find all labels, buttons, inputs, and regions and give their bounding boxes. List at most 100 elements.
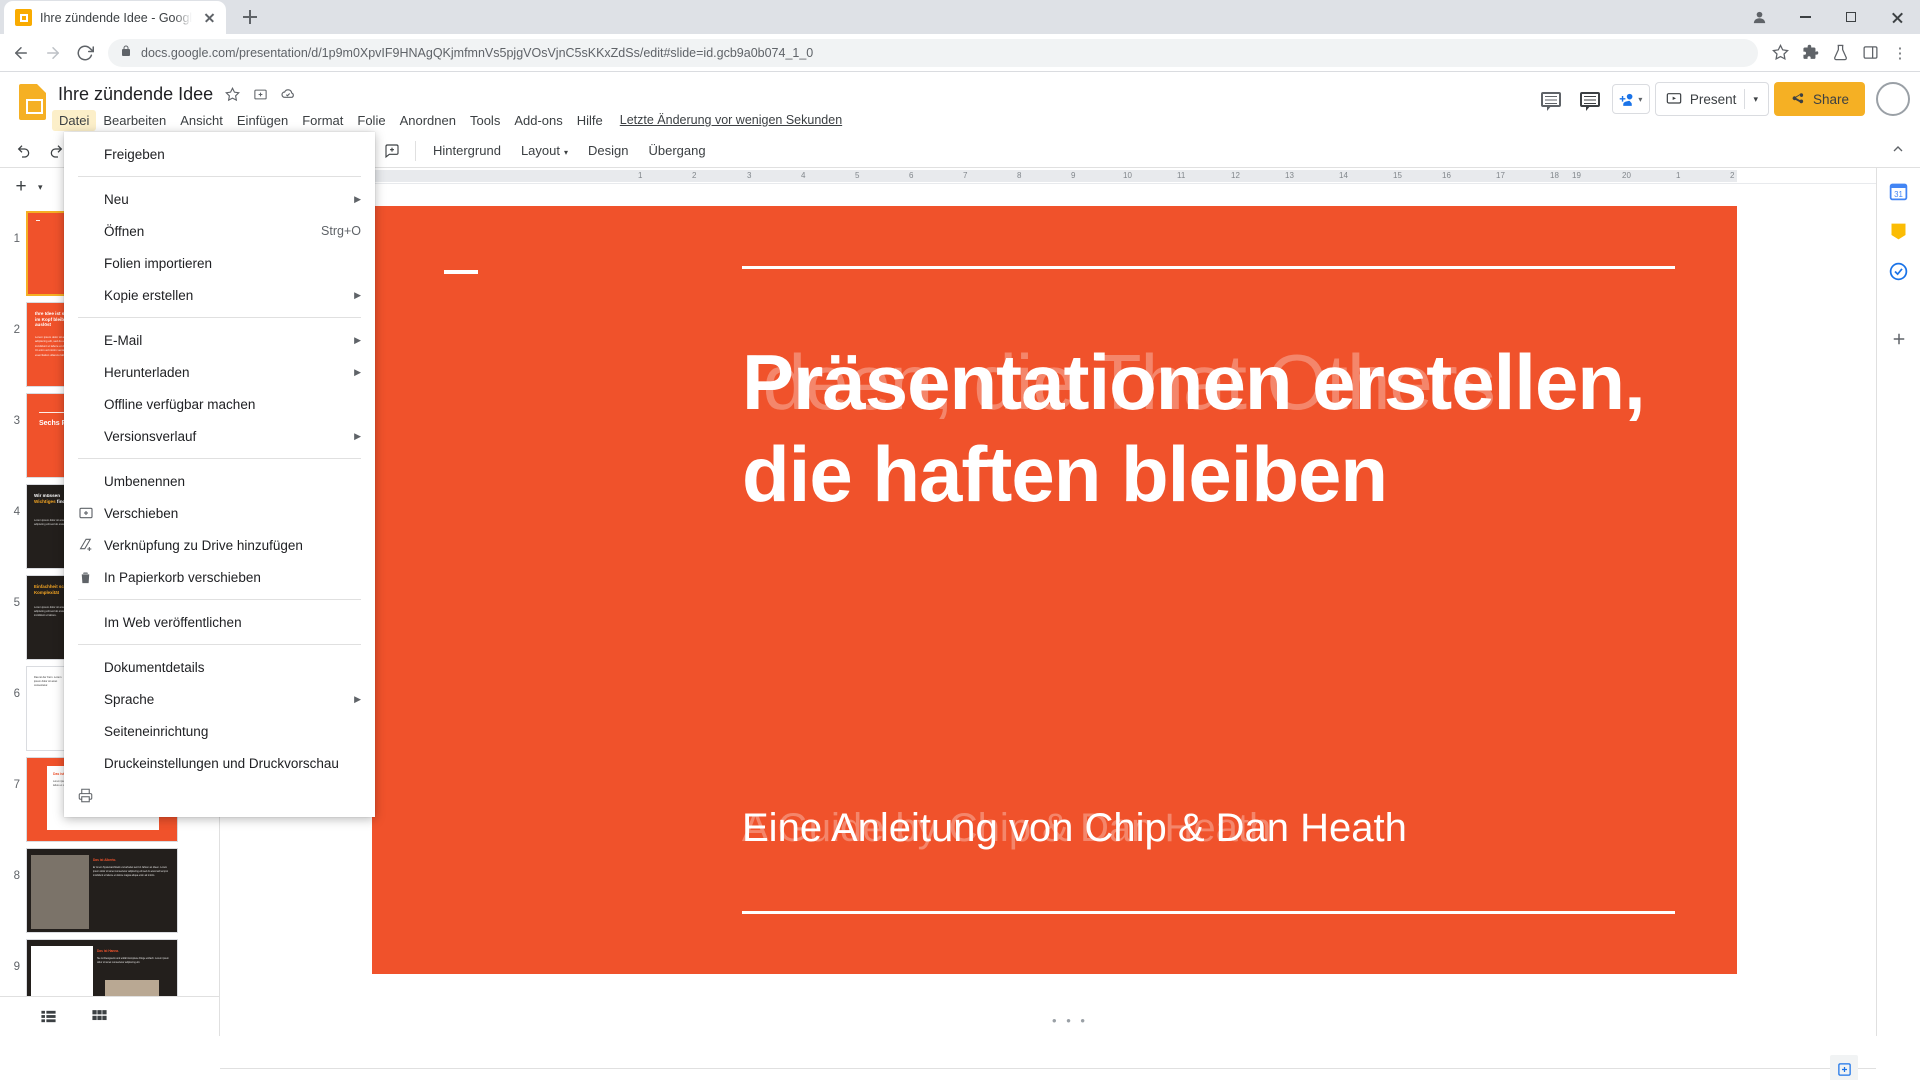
- slide-title[interactable]: Präsentationen erstellen, die haften ble…: [742, 336, 1682, 520]
- menu-item-umbenennen[interactable]: Umbenennen: [64, 465, 375, 497]
- back-icon[interactable]: [6, 38, 36, 68]
- browser-tab[interactable]: Ihre zündende Idee - Google Prä: [4, 1, 226, 34]
- add-apps-icon[interactable]: [1886, 326, 1912, 352]
- toolbar-design-button[interactable]: Design: [580, 139, 636, 162]
- tasks-icon[interactable]: [1886, 258, 1912, 284]
- ruler-tick: 2: [1730, 171, 1735, 180]
- menu-item-kopie-erstellen[interactable]: Kopie erstellen ▶: [64, 279, 375, 311]
- toolbar-layout-button[interactable]: Layout ▾: [513, 139, 576, 162]
- menu-item-in-papierkorb-verschieben[interactable]: In Papierkorb verschieben: [64, 561, 375, 593]
- menu-item-offline-verfuegbar[interactable]: Offline verfügbar machen: [64, 388, 375, 420]
- menu-item-label: Öffnen: [104, 223, 145, 239]
- menu-anordnen[interactable]: Anordnen: [393, 110, 463, 131]
- add-slide-dropdown-icon[interactable]: ▾: [38, 182, 43, 193]
- menu-item-herunterladen[interactable]: Herunterladen ▶: [64, 356, 375, 388]
- toolbar-uebergang-button[interactable]: Übergang: [640, 139, 713, 162]
- new-tab-button[interactable]: [236, 3, 264, 31]
- menu-item-folien-importieren[interactable]: Folien importieren: [64, 247, 375, 279]
- menu-item-email[interactable]: E-Mail ▶: [64, 324, 375, 356]
- menu-item-sprache[interactable]: Sprache ▶: [64, 683, 375, 715]
- move-to-folder-icon[interactable]: [251, 85, 269, 103]
- menu-datei[interactable]: Datei: [52, 109, 97, 131]
- window-maximize-button[interactable]: [1828, 0, 1874, 34]
- menu-bearbeiten[interactable]: Bearbeiten: [96, 110, 173, 131]
- document-title[interactable]: Ihre zündende Idee: [58, 84, 213, 105]
- profile-icon[interactable]: [1736, 0, 1782, 34]
- add-slide-icon[interactable]: +: [8, 176, 34, 198]
- bookmark-star-icon[interactable]: [1766, 39, 1794, 67]
- share-button[interactable]: Share: [1773, 82, 1865, 116]
- ruler-tick: 12: [1231, 171, 1240, 180]
- canvas-viewport[interactable]: Ideen, die That Others Präsentationen er…: [220, 184, 1920, 1036]
- menu-item-neu[interactable]: Neu ▶: [64, 183, 375, 215]
- user-avatar[interactable]: [1876, 82, 1910, 116]
- present-button-label: Present: [1689, 91, 1737, 107]
- menu-item-label: Dokumentdetails: [104, 659, 205, 675]
- window-close-button[interactable]: [1874, 0, 1920, 34]
- menu-tools[interactable]: Tools: [463, 110, 507, 131]
- menu-item-label: Umbenennen: [104, 473, 186, 489]
- menu-folie[interactable]: Folie: [350, 110, 392, 131]
- slides-logo-icon[interactable]: [12, 80, 52, 124]
- keep-icon[interactable]: [1886, 218, 1912, 244]
- add-collaborator-button[interactable]: ▾: [1611, 84, 1650, 114]
- present-button[interactable]: Present ▾: [1654, 82, 1769, 116]
- menu-item-label: E-Mail: [104, 332, 143, 348]
- labs-flask-icon[interactable]: [1826, 39, 1854, 67]
- slide-subtitle[interactable]: Eine Anleitung von Chip & Dan Heath: [742, 806, 1682, 851]
- menu-item-drucken[interactable]: [64, 779, 375, 811]
- calendar-icon[interactable]: 31: [1886, 178, 1912, 204]
- menu-ansicht[interactable]: Ansicht: [173, 110, 230, 131]
- star-icon[interactable]: [223, 85, 241, 103]
- ruler-tick: 3: [747, 171, 752, 180]
- menu-item-freigeben[interactable]: Freigeben: [64, 138, 375, 170]
- ruler-tick: 8: [1017, 171, 1022, 180]
- extensions-puzzle-icon[interactable]: [1796, 39, 1824, 67]
- side-panel-icon[interactable]: [1856, 39, 1884, 67]
- grid-view-icon[interactable]: [91, 1008, 108, 1025]
- filmstrip-view-icon[interactable]: [40, 1008, 57, 1025]
- menu-item-seiteneinrichtung[interactable]: Seiteneinrichtung: [64, 715, 375, 747]
- present-notes-icon[interactable]: [1534, 82, 1568, 116]
- browser-menu-icon[interactable]: ⋮: [1886, 39, 1914, 67]
- menu-addons[interactable]: Add-ons: [507, 110, 569, 131]
- print-icon: [78, 788, 104, 803]
- reload-icon[interactable]: [70, 38, 100, 68]
- speaker-notes-pane[interactable]: Klicken, um Vortragsnotizen hinzuzufügen: [220, 1055, 1876, 1080]
- last-edit-label[interactable]: Letzte Änderung vor wenigen Sekunden: [620, 113, 842, 127]
- menu-item-verschieben[interactable]: Verschieben: [64, 497, 375, 529]
- window-minimize-button[interactable]: [1782, 0, 1828, 34]
- ruler-tick: 18: [1550, 171, 1559, 180]
- menu-hilfe[interactable]: Hilfe: [570, 110, 610, 131]
- slide-number: 1: [13, 233, 20, 245]
- menu-item-im-web-veroeffentlichen[interactable]: Im Web veröffentlichen: [64, 606, 375, 638]
- menu-item-druckeinstellungen[interactable]: Druckeinstellungen und Druckvorschau: [64, 747, 375, 779]
- slide-number: 3: [13, 415, 20, 427]
- menu-item-dokumentdetails[interactable]: Dokumentdetails: [64, 651, 375, 683]
- menu-separator: [78, 458, 361, 459]
- expand-notes-icon[interactable]: [1830, 1055, 1858, 1080]
- menu-item-oeffnen[interactable]: Öffnen Strg+O: [64, 215, 375, 247]
- collapse-toolbar-icon[interactable]: [1890, 141, 1906, 160]
- horizontal-ruler[interactable]: 1 2 3 4 5 6 7 8 9 10 11 12 13 14 15 16 1…: [220, 168, 1920, 184]
- forward-icon[interactable]: [38, 38, 68, 68]
- tab-close-icon[interactable]: [200, 9, 218, 27]
- active-slide[interactable]: Ideen, die That Others Präsentationen er…: [372, 206, 1737, 974]
- menu-item-label: Offline verfügbar machen: [104, 396, 256, 412]
- menu-einfuegen[interactable]: Einfügen: [230, 110, 295, 131]
- menu-format[interactable]: Format: [295, 110, 350, 131]
- toolbar-hintergrund-button[interactable]: Hintergrund: [425, 139, 509, 162]
- slide-number: 5: [13, 597, 20, 609]
- undo-icon[interactable]: [10, 138, 38, 164]
- present-dropdown-icon[interactable]: ▾: [1753, 94, 1758, 105]
- address-bar[interactable]: docs.google.com/presentation/d/1p9m0XpvI…: [108, 38, 1758, 67]
- canvas-drag-handle[interactable]: • • •: [1052, 1013, 1088, 1028]
- menu-item-label: Herunterladen: [104, 364, 190, 380]
- slide-thumbnail-8[interactable]: 8 Das ist Alberto. Er ist ein Systemarch…: [0, 845, 219, 936]
- menu-item-verknuepfung-zu-drive[interactable]: Verknüpfung zu Drive hinzufügen: [64, 529, 375, 561]
- cloud-status-icon[interactable]: [279, 85, 297, 103]
- comment-history-icon[interactable]: [1573, 82, 1607, 116]
- file-menu-dropdown[interactable]: Freigeben Neu ▶ Öffnen Strg+O Folien imp…: [64, 132, 375, 817]
- comment-add-icon[interactable]: [378, 138, 406, 164]
- menu-item-versionsverlauf[interactable]: Versionsverlauf ▶: [64, 420, 375, 452]
